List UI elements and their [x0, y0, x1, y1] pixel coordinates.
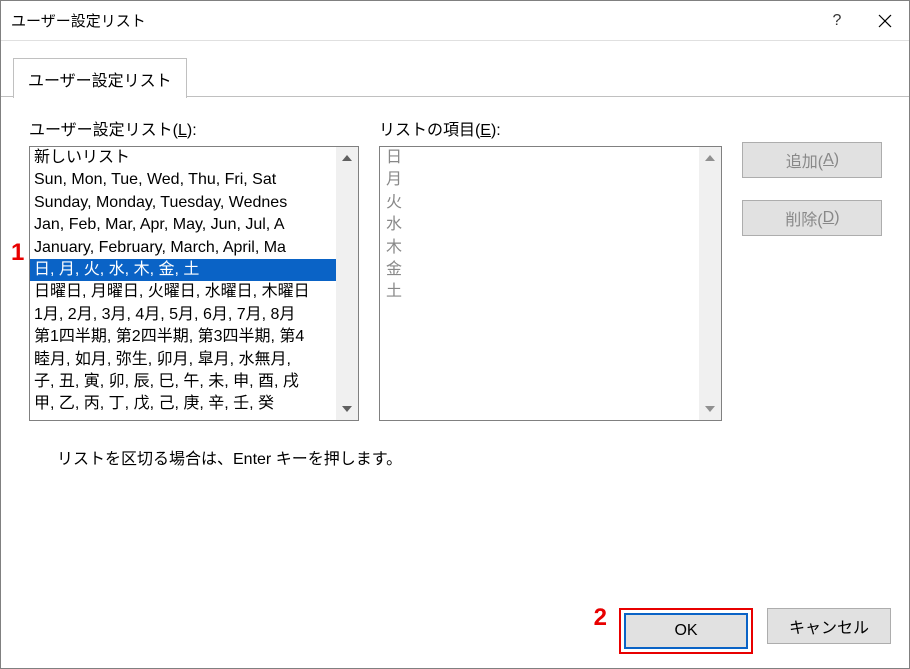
list-row[interactable]: Jan, Feb, Mar, Apr, May, Jun, Jul, A: [30, 214, 336, 236]
right-column: 追加(A) 削除(D): [742, 116, 891, 421]
annotation-1: 1: [11, 239, 24, 267]
scrollbar[interactable]: [699, 147, 721, 420]
list-row[interactable]: January, February, March, April, Ma: [30, 237, 336, 259]
cancel-button[interactable]: キャンセル: [767, 608, 891, 644]
close-icon: [878, 14, 892, 28]
window-title: ユーザー設定リスト: [11, 10, 146, 31]
list-row[interactable]: 甲, 乙, 丙, 丁, 戊, 己, 庚, 辛, 壬, 癸: [30, 393, 336, 415]
list-item: 水: [386, 214, 693, 236]
custom-lists-items: 新しいリストSun, Mon, Tue, Wed, Thu, Fri, SatS…: [30, 147, 336, 420]
scrollbar[interactable]: [336, 147, 358, 420]
list-row[interactable]: 睦月, 如月, 弥生, 卯月, 皐月, 水無月,: [30, 349, 336, 371]
list-row[interactable]: 日, 月, 火, 水, 木, 金, 土: [30, 259, 336, 281]
tab-label: ユーザー設定リスト: [28, 73, 172, 90]
list-row[interactable]: 1月, 2月, 3月, 4月, 5月, 6月, 7月, 8月: [30, 304, 336, 326]
list-row[interactable]: Sunday, Monday, Tuesday, Wednes: [30, 192, 336, 214]
dialog-window: ユーザー設定リスト ? ユーザー設定リスト ユーザー設定リスト(L): 新しいリ…: [0, 0, 910, 669]
scroll-down-arrow[interactable]: [699, 398, 721, 420]
chevron-up-icon: [342, 155, 352, 161]
list-row[interactable]: Sun, Mon, Tue, Wed, Thu, Fri, Sat: [30, 169, 336, 191]
scroll-down-arrow[interactable]: [336, 398, 358, 420]
annotation-2: 2: [594, 604, 607, 632]
list-item: 日: [386, 147, 693, 169]
ok-button[interactable]: OK: [624, 613, 748, 649]
list-items-content: 日月火水木金土: [380, 147, 699, 420]
window-controls: ?: [813, 1, 909, 40]
list-item: 金: [386, 259, 693, 281]
list-item: 月: [386, 169, 693, 191]
list-row[interactable]: 新しいリスト: [30, 147, 336, 169]
delete-button[interactable]: 削除(D): [742, 200, 882, 236]
left-column: ユーザー設定リスト(L): 新しいリストSun, Mon, Tue, Wed, …: [29, 116, 359, 421]
list-items-label: リストの項目(E):: [379, 116, 722, 140]
chevron-down-icon: [342, 406, 352, 412]
list-item: 木: [386, 237, 693, 259]
list-row[interactable]: 子, 丑, 寅, 卯, 辰, 巳, 午, 未, 申, 酉, 戌: [30, 371, 336, 393]
tab-bar: ユーザー設定リスト: [13, 57, 909, 97]
hint-text: リストを区切る場合は、Enter キーを押します。: [57, 445, 909, 469]
custom-lists-listbox[interactable]: 新しいリストSun, Mon, Tue, Wed, Thu, Fri, SatS…: [29, 146, 359, 421]
list-item: 土: [386, 281, 693, 303]
tab-custom-lists[interactable]: ユーザー設定リスト: [13, 58, 187, 98]
chevron-up-icon: [705, 155, 715, 161]
chevron-down-icon: [705, 406, 715, 412]
list-row[interactable]: 第1四半期, 第2四半期, 第3四半期, 第4: [30, 326, 336, 348]
scroll-up-arrow[interactable]: [699, 147, 721, 169]
add-button[interactable]: 追加(A): [742, 142, 882, 178]
scroll-up-arrow[interactable]: [336, 147, 358, 169]
middle-column: リストの項目(E): 日月火水木金土: [379, 116, 722, 421]
custom-lists-label: ユーザー設定リスト(L):: [29, 116, 359, 140]
list-row[interactable]: 日曜日, 月曜日, 火曜日, 水曜日, 木曜日: [30, 281, 336, 303]
list-items-box[interactable]: 日月火水木金土: [379, 146, 722, 421]
dialog-body: ユーザー設定リスト(L): 新しいリストSun, Mon, Tue, Wed, …: [1, 98, 909, 421]
list-item: 火: [386, 192, 693, 214]
ok-highlight: OK: [619, 608, 753, 654]
title-bar: ユーザー設定リスト ?: [1, 1, 909, 41]
close-button[interactable]: [861, 1, 909, 41]
dialog-footer: OK キャンセル: [619, 608, 891, 654]
help-button[interactable]: ?: [813, 1, 861, 41]
